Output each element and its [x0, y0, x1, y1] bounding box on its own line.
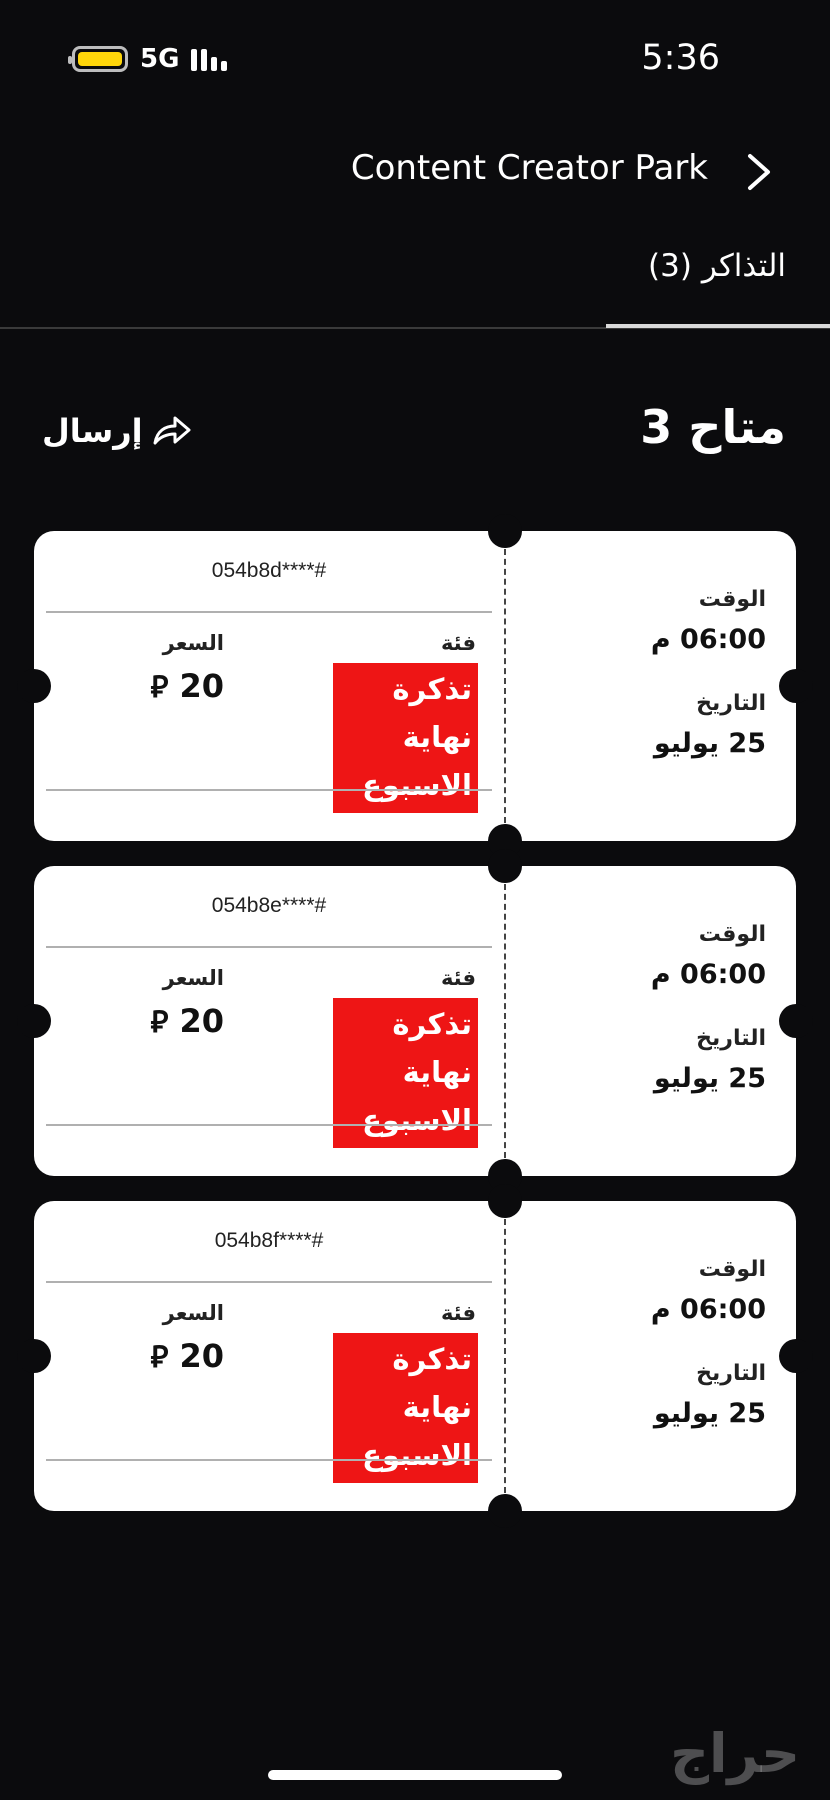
price-value: 20 [179, 1337, 224, 1375]
ticket-number: 054b8e****# [211, 894, 327, 917]
battery-icon [68, 46, 128, 72]
price-block: السعر ⃁ 20 [94, 966, 225, 1041]
category-label: فئة [440, 966, 476, 990]
price-block: السعر ⃁ 20 [94, 631, 225, 706]
ticket-details: الوقت 06:00 م التاريخ 25 يوليو [651, 922, 766, 1094]
category-label: فئة [440, 1301, 476, 1325]
riyal-icon: ⃁ [150, 670, 169, 705]
share-arrow-icon [153, 416, 191, 445]
send-label: إرسال [42, 412, 143, 450]
ticket-perforation [504, 1219, 506, 1493]
time-value: 06:00 م [650, 959, 766, 990]
time-label: الوقت [698, 1257, 766, 1282]
date-value: 25 يوليو [653, 1398, 766, 1429]
chevron-right-icon[interactable] [738, 150, 778, 194]
date-label: التاريخ [696, 1361, 766, 1386]
watermark-logo: حراج [670, 1722, 800, 1785]
ticket-perforation [504, 549, 506, 823]
network-type: 5G [140, 44, 180, 74]
send-button[interactable]: إرسال [42, 412, 193, 450]
tab-tickets[interactable]: التذاكر (3) [648, 248, 786, 284]
status-time: 5:36 [641, 38, 720, 78]
date-value: 25 يوليو [653, 1063, 766, 1094]
ticket-number: 054b8d****# [211, 559, 327, 582]
time-value: 06:00 م [650, 1294, 766, 1325]
price-value: 20 [179, 1002, 224, 1040]
ticket-card[interactable]: الوقت 06:00 م التاريخ 25 يوليو 054b8f***… [17, 1184, 813, 1528]
category-label: فئة [440, 631, 476, 655]
home-indicator[interactable] [268, 1770, 562, 1780]
time-value: 06:00 م [650, 624, 766, 655]
price-label: السعر [162, 966, 224, 990]
riyal-icon: ⃁ [150, 1340, 169, 1375]
ticket-number: 054b8f****# [214, 1229, 324, 1252]
category-block: فئة تذكرة نهاية الاسبوع [298, 631, 478, 813]
time-label: الوقت [698, 922, 766, 947]
price-label: السعر [162, 1301, 224, 1325]
tab-active-indicator [606, 324, 830, 328]
price-value: 20 [179, 667, 224, 705]
signal-icon [191, 47, 228, 71]
riyal-icon: ⃁ [150, 1005, 169, 1040]
ticket-card[interactable]: الوقت 06:00 م التاريخ 25 يوليو 054b8e***… [17, 849, 813, 1193]
ticket-details: الوقت 06:00 م التاريخ 25 يوليو [651, 587, 766, 759]
category-block: فئة تذكرة نهاية الاسبوع [298, 966, 478, 1148]
page-title: Content Creator Park [350, 148, 708, 188]
status-bar-left: 5G [68, 44, 228, 74]
price-label: السعر [162, 631, 224, 655]
date-label: التاريخ [696, 691, 766, 716]
price-block: السعر ⃁ 20 [94, 1301, 225, 1376]
available-count: متاح 3 [640, 400, 786, 454]
ticket-perforation [504, 884, 506, 1158]
ticket-card[interactable]: الوقت 06:00 م التاريخ 25 يوليو 054b8d***… [17, 514, 813, 858]
time-label: الوقت [698, 587, 766, 612]
date-value: 25 يوليو [653, 728, 766, 759]
screen: 5G 5:36 Content Creator Park التذاكر (3)… [0, 0, 830, 1800]
date-label: التاريخ [696, 1026, 766, 1051]
ticket-details: الوقت 06:00 م التاريخ 25 يوليو [651, 1257, 766, 1429]
category-block: فئة تذكرة نهاية الاسبوع [298, 1301, 478, 1483]
